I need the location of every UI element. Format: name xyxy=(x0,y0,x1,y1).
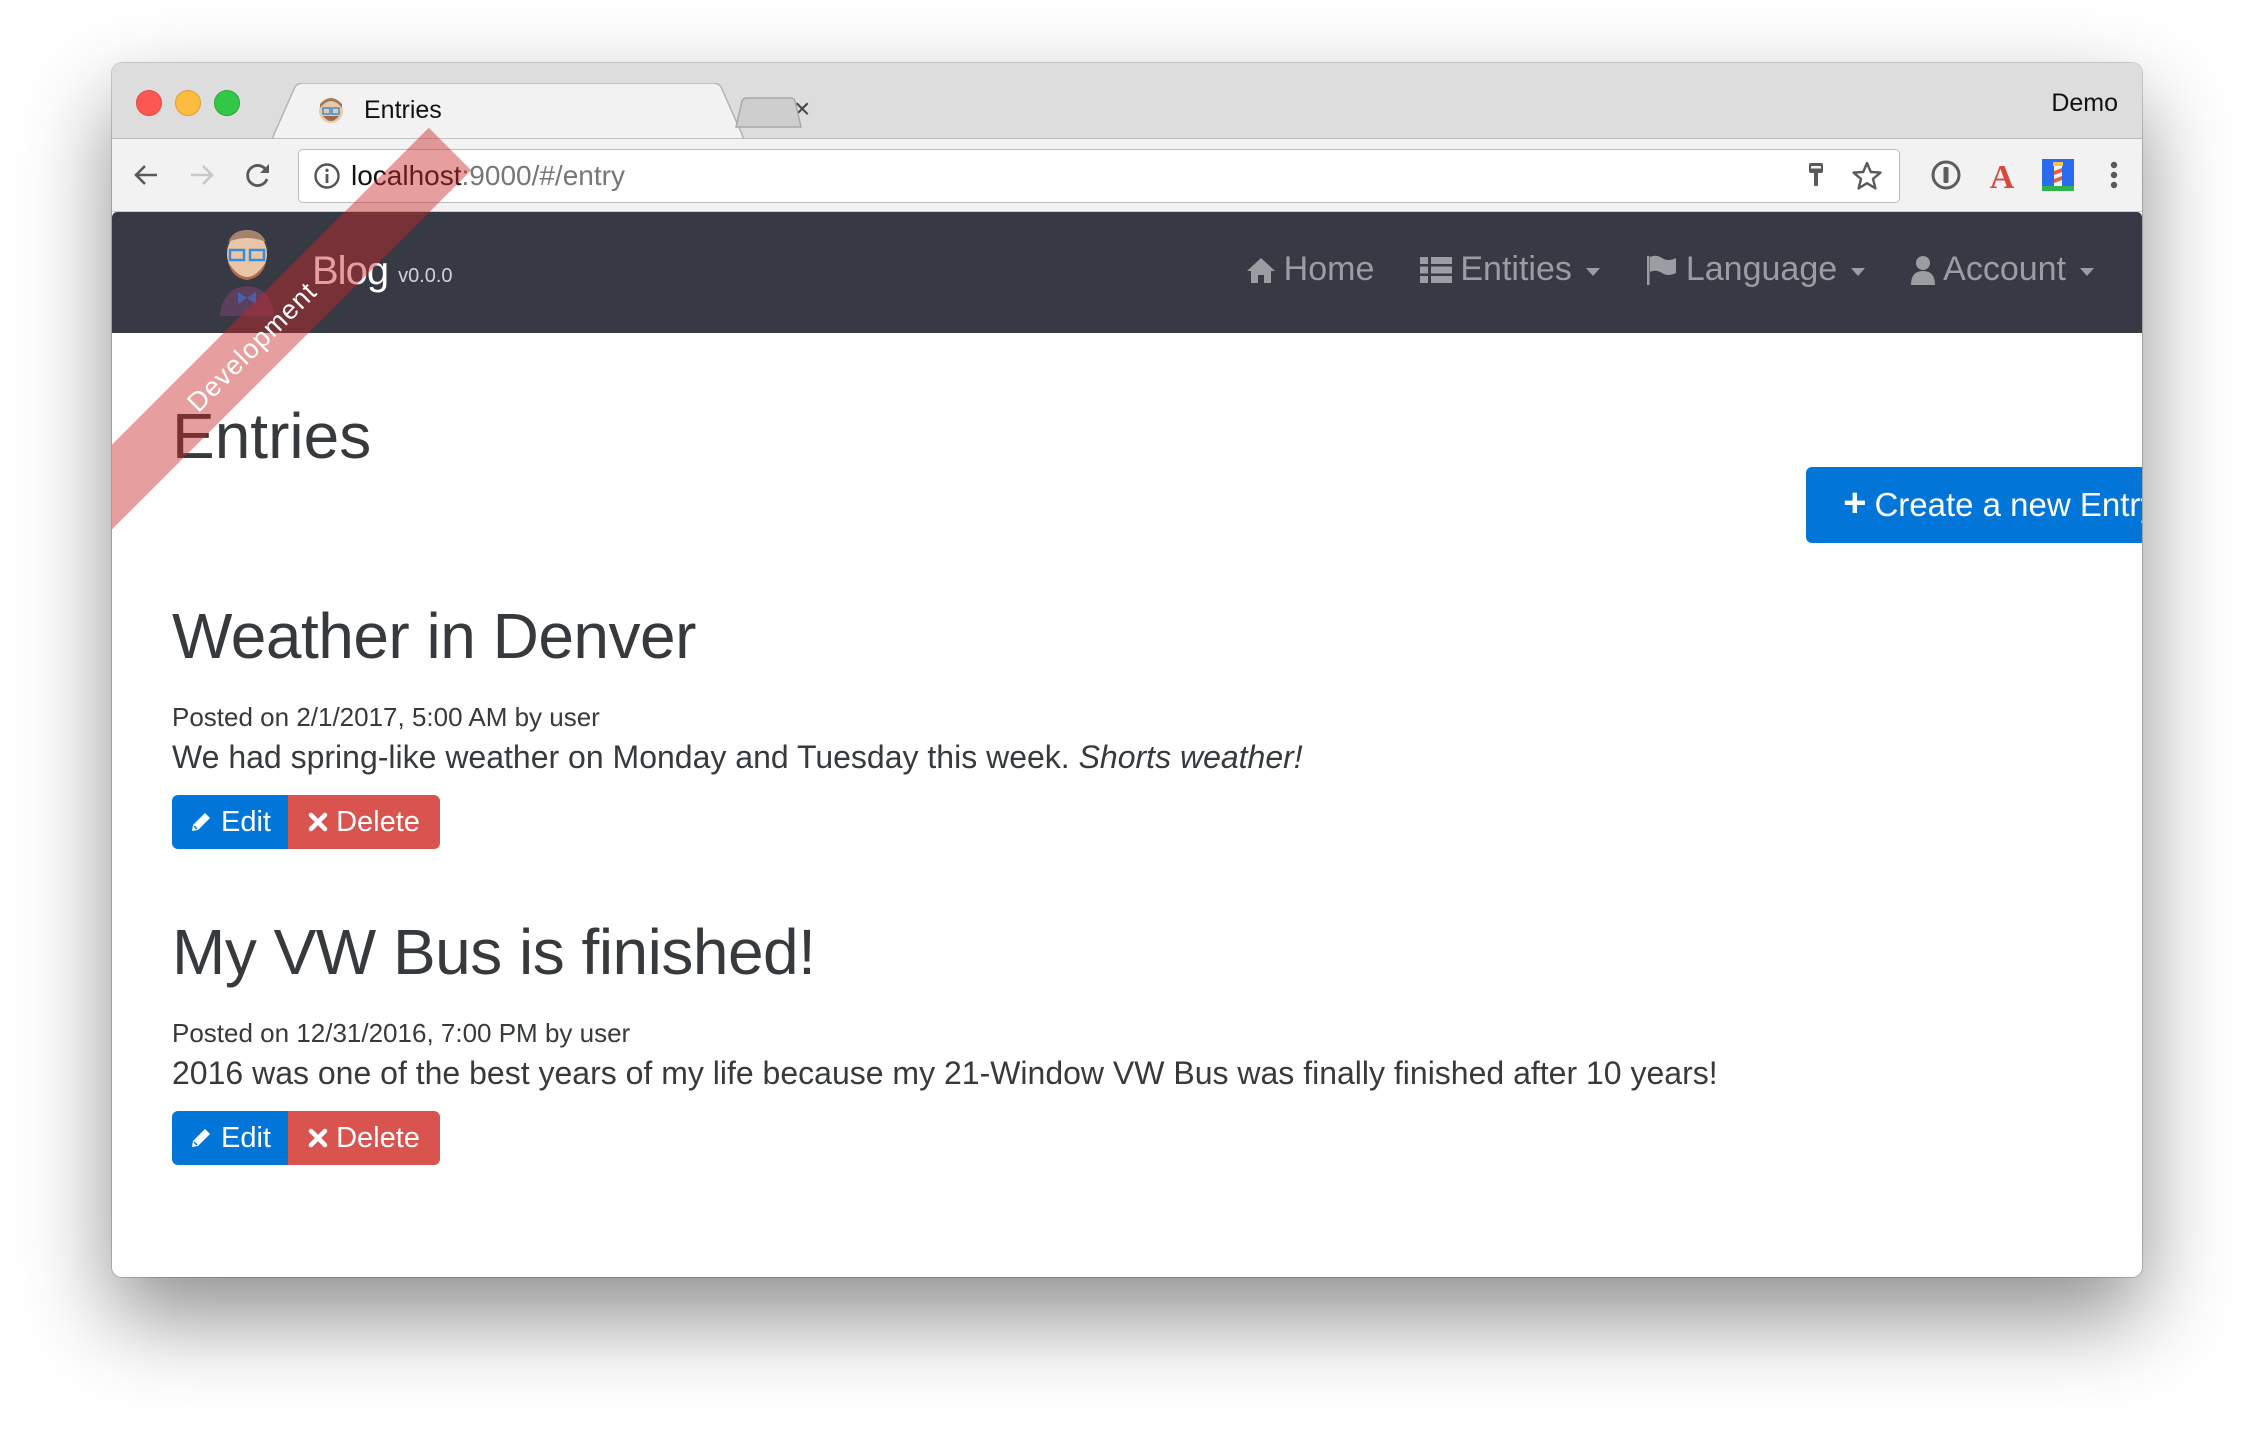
tab-strip: Entries × Demo xyxy=(112,63,2142,139)
chevron-down-icon xyxy=(1851,267,1866,276)
minimize-window-button[interactable] xyxy=(175,90,201,116)
entry-body: We had spring-like weather on Monday and… xyxy=(172,739,1303,776)
list-icon xyxy=(1420,256,1453,283)
nav-account-label: Account xyxy=(1943,250,2066,288)
nav-home-label: Home xyxy=(1283,250,1375,288)
forward-icon[interactable] xyxy=(180,153,224,197)
zoom-window-button[interactable] xyxy=(214,90,240,116)
delete-button[interactable]: Delete xyxy=(288,795,440,849)
plus-icon: + xyxy=(1843,480,1867,525)
edit-button[interactable]: Edit xyxy=(172,1111,288,1165)
entry-body: 2016 was one of the best years of my lif… xyxy=(172,1055,1718,1092)
back-icon[interactable] xyxy=(124,153,168,197)
remove-icon xyxy=(308,812,328,832)
browser-window: Entries × Demo localhost:9000/#/entry A … xyxy=(112,63,2142,1277)
profile-name[interactable]: Demo xyxy=(2051,89,2118,118)
entry-body-text: 2016 was one of the best years of my lif… xyxy=(172,1055,1718,1091)
url-text[interactable]: localhost:9000/#/entry xyxy=(351,160,625,192)
url-path: :9000/#/entry xyxy=(461,160,625,191)
entry-body-emphasis: Shorts weather! xyxy=(1078,739,1303,775)
entry-meta: Posted on 12/31/2016, 7:00 PM by user xyxy=(172,1018,631,1048)
edit-label: Edit xyxy=(221,1121,271,1154)
delete-label: Delete xyxy=(336,1121,420,1154)
delete-label: Delete xyxy=(336,805,420,838)
remove-icon xyxy=(308,1128,328,1148)
browser-toolbar: localhost:9000/#/entry A xyxy=(112,139,2142,212)
page-title: Entries xyxy=(172,400,372,472)
entry-title[interactable]: Weather in Denver xyxy=(172,599,696,673)
acrobat-icon[interactable]: A xyxy=(1980,153,2024,197)
tab-title: Entries xyxy=(364,96,442,124)
entry-body-text: We had spring-like weather on Monday and… xyxy=(172,739,1079,775)
brand-name: Blog xyxy=(312,248,389,293)
svg-text:A: A xyxy=(1990,159,2015,192)
address-bar[interactable]: localhost:9000/#/entry xyxy=(298,149,1900,203)
entry-actions: Edit Delete xyxy=(172,795,440,849)
key-icon[interactable] xyxy=(1801,160,1831,190)
edit-button[interactable]: Edit xyxy=(172,795,288,849)
create-entry-button[interactable]: + Create a new Entry xyxy=(1806,467,2142,543)
entry-title[interactable]: My VW Bus is finished! xyxy=(172,915,816,989)
logo-icon xyxy=(220,230,274,316)
nav-entities-label: Entities xyxy=(1460,250,1572,288)
new-tab-button[interactable] xyxy=(734,97,804,129)
web-page: Blog v0.0.0 Home Entities Language Accou… xyxy=(112,127,2142,1277)
close-window-button[interactable] xyxy=(136,90,162,116)
nav-language[interactable]: Language xyxy=(1646,250,1866,289)
reload-icon[interactable] xyxy=(236,153,280,197)
create-entry-label: Create a new Entry xyxy=(1874,486,2142,523)
nav-home[interactable]: Home xyxy=(1246,250,1375,289)
nav-entities[interactable]: Entities xyxy=(1420,250,1600,289)
lighthouse-icon[interactable] xyxy=(2036,153,2080,197)
info-icon[interactable] xyxy=(313,162,341,190)
entry-meta: Posted on 2/1/2017, 5:00 AM by user xyxy=(172,702,600,732)
nav-menu: Home Entities Language Account xyxy=(1200,250,2094,289)
version-label: v0.0.0 xyxy=(398,264,453,287)
chevron-down-icon xyxy=(2080,267,2094,276)
1password-icon[interactable] xyxy=(1924,153,1968,197)
nav-language-label: Language xyxy=(1685,250,1838,288)
brand-link[interactable]: Blog v0.0.0 xyxy=(212,226,453,316)
delete-button[interactable]: Delete xyxy=(288,1111,440,1165)
flag-icon xyxy=(1646,255,1676,285)
user-icon xyxy=(1911,255,1936,285)
entry-actions: Edit Delete xyxy=(172,1111,440,1165)
star-icon[interactable] xyxy=(1851,160,1883,192)
nav-account[interactable]: Account xyxy=(1911,250,2094,289)
chevron-down-icon xyxy=(1585,267,1600,276)
url-host: localhost xyxy=(351,160,462,191)
menu-icon[interactable] xyxy=(2092,153,2136,197)
pencil-icon xyxy=(192,813,210,831)
edit-label: Edit xyxy=(221,805,271,838)
pencil-icon xyxy=(192,1129,210,1147)
home-icon xyxy=(1246,257,1275,283)
jhipster-favicon-icon xyxy=(319,98,343,123)
navbar: Blog v0.0.0 Home Entities Language Accou… xyxy=(112,212,2142,333)
